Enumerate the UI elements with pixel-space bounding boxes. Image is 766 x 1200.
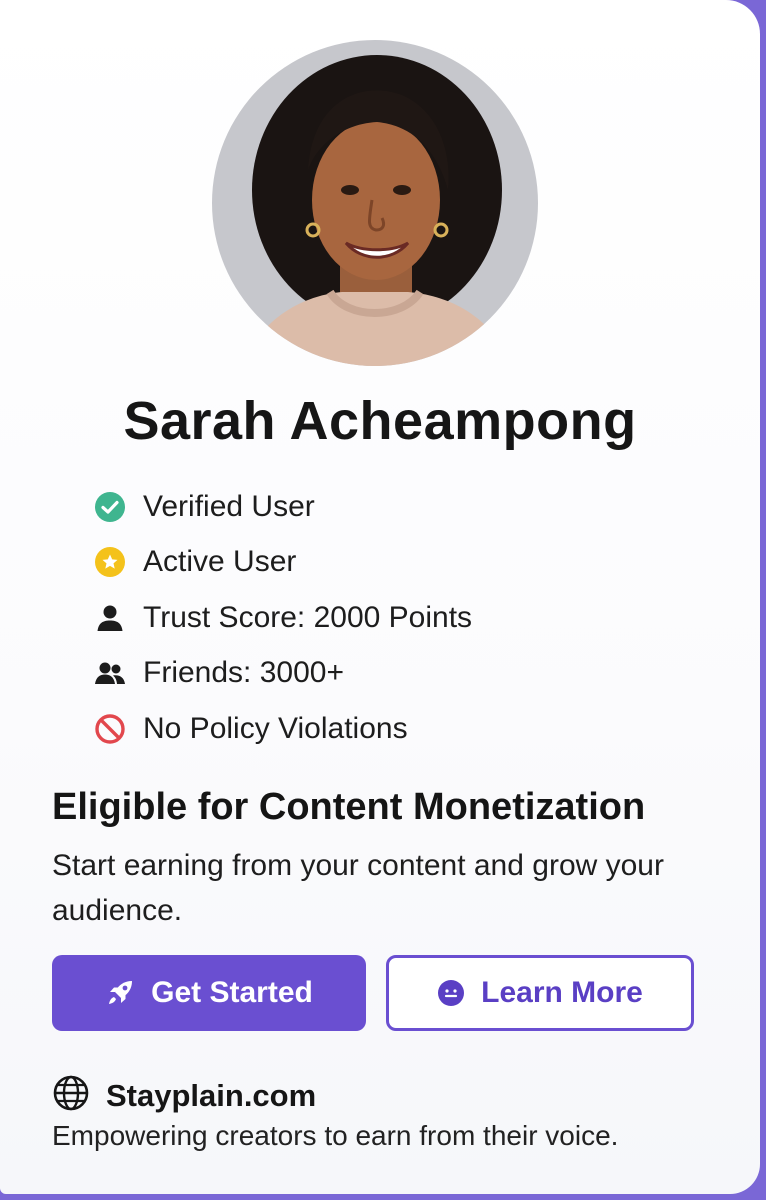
- badge-label: Friends: 3000+: [143, 656, 344, 690]
- prohibited-icon: [93, 712, 127, 746]
- badge-label: Verified User: [143, 489, 315, 523]
- badge-label: No Policy Violations: [143, 711, 408, 745]
- tagline: Empowering creators to earn from their v…: [52, 1120, 619, 1151]
- get-started-button[interactable]: Get Started: [52, 955, 366, 1031]
- rocket-icon: [105, 978, 135, 1008]
- site-link[interactable]: Stayplain.com: [52, 1074, 316, 1117]
- globe-icon: [52, 1074, 90, 1117]
- star-circle-icon: [93, 545, 127, 579]
- badge-active: Active User: [93, 535, 472, 591]
- learn-more-button[interactable]: Learn More: [386, 955, 694, 1031]
- badge-label: Active User: [143, 545, 297, 579]
- site-name: Stayplain.com: [106, 1077, 317, 1113]
- badge-trust-score: Trust Score: 2000 Points: [93, 590, 472, 646]
- badge-no-violations: No Policy Violations: [93, 701, 472, 757]
- check-circle-icon: [93, 490, 127, 524]
- profile-name: Sarah Acheampong: [123, 391, 637, 451]
- badge-label: Trust Score: 2000 Points: [143, 600, 473, 634]
- profile-card: Sarah Acheampong Verified User Active Us…: [0, 0, 760, 1194]
- learn-more-label: Learn More: [481, 976, 643, 1009]
- avatar: [212, 40, 538, 366]
- monetization-title: Eligible for Content Monetization: [52, 786, 646, 828]
- people-icon: [93, 656, 127, 690]
- get-started-label: Get Started: [151, 976, 313, 1009]
- badge-list: Verified User Active User Trust Score: 2…: [93, 479, 472, 757]
- smiley-icon: [437, 979, 465, 1007]
- avatar-photo: [212, 40, 538, 366]
- badge-verified: Verified User: [93, 479, 472, 535]
- monetization-description: Start earning from your content and grow…: [52, 849, 664, 927]
- person-icon: [93, 601, 127, 635]
- badge-friends: Friends: 3000+: [93, 646, 472, 702]
